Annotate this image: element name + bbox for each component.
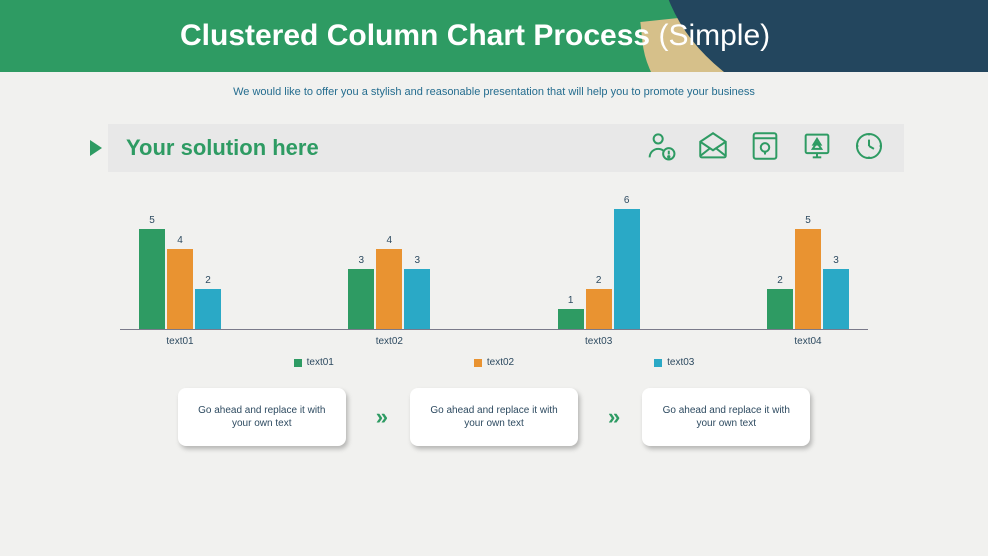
bar-rect — [348, 269, 374, 329]
bar-rect — [376, 249, 402, 329]
process-card: Go ahead and replace it with your own te… — [410, 388, 578, 446]
chart-legend: text01 text02 text03 — [120, 357, 868, 368]
chart-bar: 2 — [767, 275, 793, 329]
legend-swatch — [474, 359, 482, 367]
bar-rect — [823, 269, 849, 329]
bar-value-label: 3 — [415, 255, 421, 266]
bar-rect — [614, 209, 640, 329]
banner-icon-row — [644, 129, 886, 168]
bar-value-label: 3 — [359, 255, 365, 266]
legend-item: text03 — [654, 357, 694, 368]
chart-group: 1 2 6 — [539, 195, 659, 329]
legend-label: text03 — [667, 357, 694, 368]
legend-item: text01 — [294, 357, 334, 368]
bar-value-label: 5 — [805, 215, 811, 226]
chevron-icon: » — [608, 404, 612, 430]
legend-label: text02 — [487, 357, 514, 368]
chart-bar: 3 — [404, 255, 430, 329]
bar-value-label: 2 — [777, 275, 783, 286]
process-row: Go ahead and replace it with your own te… — [0, 388, 988, 446]
bar-rect — [767, 289, 793, 329]
legend-label: text01 — [307, 357, 334, 368]
legend-item: text02 — [474, 357, 514, 368]
chart-bar: 3 — [348, 255, 374, 329]
chevron-icon: » — [376, 404, 380, 430]
mail-open-icon — [696, 129, 730, 168]
banner-title: Your solution here — [126, 135, 644, 161]
board-tree-icon — [800, 129, 834, 168]
chart-bar: 4 — [376, 235, 402, 329]
bar-value-label: 2 — [205, 275, 211, 286]
slide-subtitle: We would like to offer you a stylish and… — [0, 86, 988, 98]
slide-title-light: (Simple) — [658, 19, 770, 52]
chart-bar: 4 — [167, 235, 193, 329]
chart-group: 3 4 3 — [329, 235, 449, 329]
chart-area: 5 4 2 3 4 3 1 2 6 2 5 3 text01 text02 text03 text04 te… — [120, 190, 868, 368]
bar-rect — [167, 249, 193, 329]
x-axis-label: text01 — [120, 336, 240, 347]
bar-value-label: 1 — [568, 295, 574, 306]
bar-rect — [586, 289, 612, 329]
slide-header: Clustered Column Chart Process (Simple) — [0, 0, 988, 72]
slide-title-bold: Clustered Column Chart Process — [180, 19, 650, 52]
bar-value-label: 5 — [149, 215, 155, 226]
bar-rect — [404, 269, 430, 329]
x-axis-label: text02 — [329, 336, 449, 347]
chart-bar: 3 — [823, 255, 849, 329]
legend-swatch — [294, 359, 302, 367]
bar-rect — [139, 229, 165, 329]
x-axis-label: text04 — [748, 336, 868, 347]
chart-bar: 1 — [558, 295, 584, 329]
chart-x-axis: text01 text02 text03 text04 — [120, 336, 868, 347]
book-lightbulb-icon — [748, 129, 782, 168]
bar-value-label: 4 — [177, 235, 183, 246]
chart-group: 2 5 3 — [748, 215, 868, 329]
bar-rect — [558, 309, 584, 329]
slide-title: Clustered Column Chart Process (Simple) — [0, 0, 988, 72]
bar-value-label: 6 — [624, 195, 630, 206]
chart-bar: 5 — [795, 215, 821, 329]
process-card: Go ahead and replace it with your own te… — [642, 388, 810, 446]
bar-value-label: 2 — [596, 275, 602, 286]
chart-bar: 2 — [195, 275, 221, 329]
bar-rect — [195, 289, 221, 329]
process-card: Go ahead and replace it with your own te… — [178, 388, 346, 446]
chart-bar: 2 — [586, 275, 612, 329]
banner-marker-icon — [90, 140, 102, 156]
clock-icon — [852, 129, 886, 168]
chart-bar: 5 — [139, 215, 165, 329]
bar-value-label: 3 — [833, 255, 839, 266]
chart-bar: 6 — [614, 195, 640, 329]
chart-group: 5 4 2 — [120, 215, 240, 329]
x-axis-label: text03 — [539, 336, 659, 347]
bar-value-label: 4 — [387, 235, 393, 246]
bar-rect — [795, 229, 821, 329]
person-alert-icon — [644, 129, 678, 168]
solution-banner: Your solution here — [108, 124, 904, 172]
legend-swatch — [654, 359, 662, 367]
clustered-column-chart: 5 4 2 3 4 3 1 2 6 2 5 3 — [120, 190, 868, 330]
